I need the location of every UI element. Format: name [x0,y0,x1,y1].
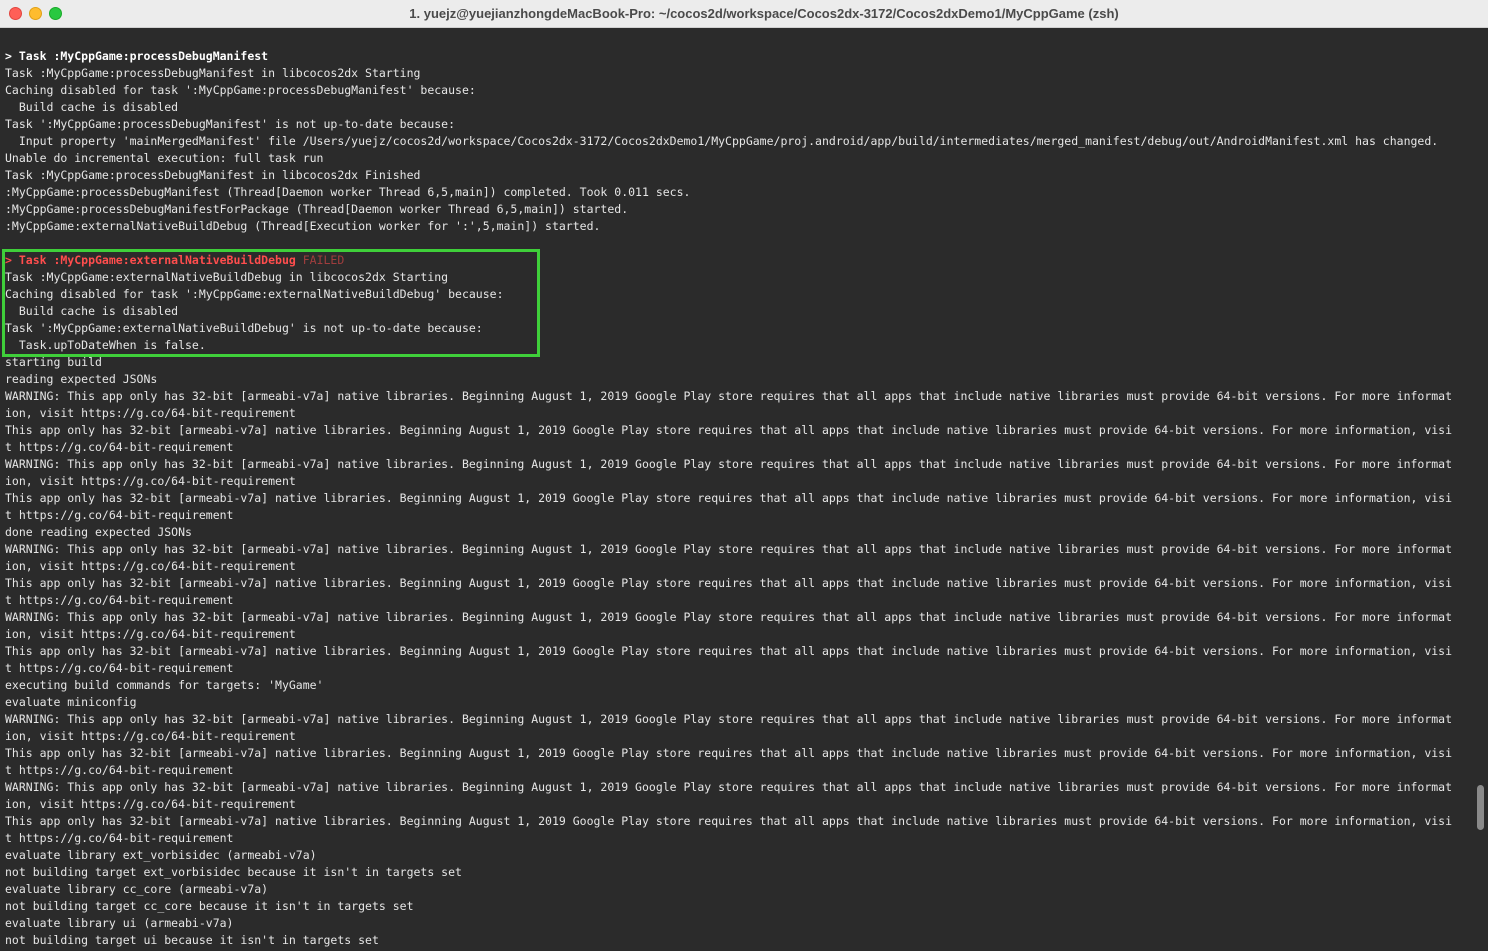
terminal-line: WARNING: This app only has 32-bit [armea… [5,457,1453,471]
terminal-line: This app only has 32-bit [armeabi-v7a] n… [5,746,1453,760]
terminal-line: Task :MyCppGame:processDebugManifest in … [5,168,421,182]
terminal-line: Task.upToDateWhen is false. [5,338,206,352]
terminal-line: starting build [5,355,102,369]
terminal-line: ion, visit https://g.co/64-bit-requireme… [5,797,296,811]
terminal-line: WARNING: This app only has 32-bit [armea… [5,610,1453,624]
terminal-line: ion, visit https://g.co/64-bit-requireme… [5,559,296,573]
terminal-lines: > Task :MyCppGame:processDebugManifest Ta… [5,48,1452,949]
terminal-line: Caching disabled for task ':MyCppGame:pr… [5,83,476,97]
terminal-line: Caching disabled for task ':MyCppGame:ex… [5,287,504,301]
terminal-line: t https://g.co/64-bit-requirement [5,831,234,845]
terminal-line: ion, visit https://g.co/64-bit-requireme… [5,627,296,641]
terminal-line: :MyCppGame:externalNativeBuildDebug (Thr… [5,219,601,233]
terminal-line: not building target cc_core because it i… [5,899,414,913]
window-title: 1. yuejz@yuejianzhongdeMacBook-Pro: ~/co… [409,6,1119,21]
terminal-line: executing build commands for targets: 'M… [5,678,324,692]
terminal-line: not building target ui because it isn't … [5,933,379,947]
title-bar[interactable]: 1. yuejz@yuejianzhongdeMacBook-Pro: ~/co… [0,0,1488,28]
terminal-line: ion, visit https://g.co/64-bit-requireme… [5,474,296,488]
terminal-line: evaluate library cc_core (armeabi-v7a) [5,882,269,896]
terminal-line: Task ':MyCppGame:externalNativeBuildDebu… [5,321,483,335]
terminal-line: WARNING: This app only has 32-bit [armea… [5,542,1453,556]
terminal-line: t https://g.co/64-bit-requirement [5,763,234,777]
terminal-output[interactable]: > Task :MyCppGame:processDebugManifest Ta… [0,28,1474,951]
terminal-line: WARNING: This app only has 32-bit [armea… [5,780,1453,794]
terminal-line: WARNING: This app only has 32-bit [armea… [5,389,1453,403]
terminal-line: Unable do incremental execution: full ta… [5,151,324,165]
terminal-line: t https://g.co/64-bit-requirement [5,440,234,454]
terminal-line: :MyCppGame:processDebugManifestForPackag… [5,202,629,216]
terminal-line: ion, visit https://g.co/64-bit-requireme… [5,729,296,743]
terminal-line: Task :MyCppGame:processDebugManifest in … [5,66,421,80]
terminal-line: This app only has 32-bit [armeabi-v7a] n… [5,423,1453,437]
terminal-line: :MyCppGame:processDebugManifest (Thread[… [5,185,691,199]
terminal-line: evaluate library ui (armeabi-v7a) [5,916,234,930]
terminal-line: Build cache is disabled [5,100,179,114]
terminal-line: This app only has 32-bit [armeabi-v7a] n… [5,576,1453,590]
terminal-line: This app only has 32-bit [armeabi-v7a] n… [5,644,1453,658]
terminal-line: Input property 'mainMergedManifest' file… [5,134,1439,148]
failed-task-line: > Task :MyCppGame:externalNativeBuildDeb… [5,252,1452,269]
terminal-line: t https://g.co/64-bit-requirement [5,593,234,607]
failed-status-label: FAILED [295,253,345,267]
terminal-line: not building target ext_vorbisidec becau… [5,865,462,879]
terminal-line: This app only has 32-bit [armeabi-v7a] n… [5,814,1453,828]
terminal-line: Task ':MyCppGame:processDebugManifest' i… [5,117,456,131]
terminal-line: evaluate miniconfig [5,695,137,709]
terminal-line: reading expected JSONs [5,372,158,386]
terminal-line: > Task :MyCppGame:processDebugManifest [5,49,269,63]
terminal-window: 1. yuejz@yuejianzhongdeMacBook-Pro: ~/co… [0,0,1488,951]
terminal-line: ion, visit https://g.co/64-bit-requireme… [5,406,296,420]
terminal-line: WARNING: This app only has 32-bit [armea… [5,712,1453,726]
terminal-line: t https://g.co/64-bit-requirement [5,661,234,675]
scrollbar[interactable] [1474,28,1488,951]
terminal-line: Build cache is disabled [5,304,179,318]
terminal-line: done reading expected JSONs [5,525,192,539]
scrollbar-thumb[interactable] [1477,785,1484,830]
terminal-line: Task :MyCppGame:externalNativeBuildDebug… [5,270,449,284]
failed-task-name: > Task :MyCppGame:externalNativeBuildDeb… [5,253,296,267]
terminal-line: evaluate library ext_vorbisidec (armeabi… [5,848,317,862]
terminal-line: This app only has 32-bit [armeabi-v7a] n… [5,491,1453,505]
terminal-line: t https://g.co/64-bit-requirement [5,508,234,522]
